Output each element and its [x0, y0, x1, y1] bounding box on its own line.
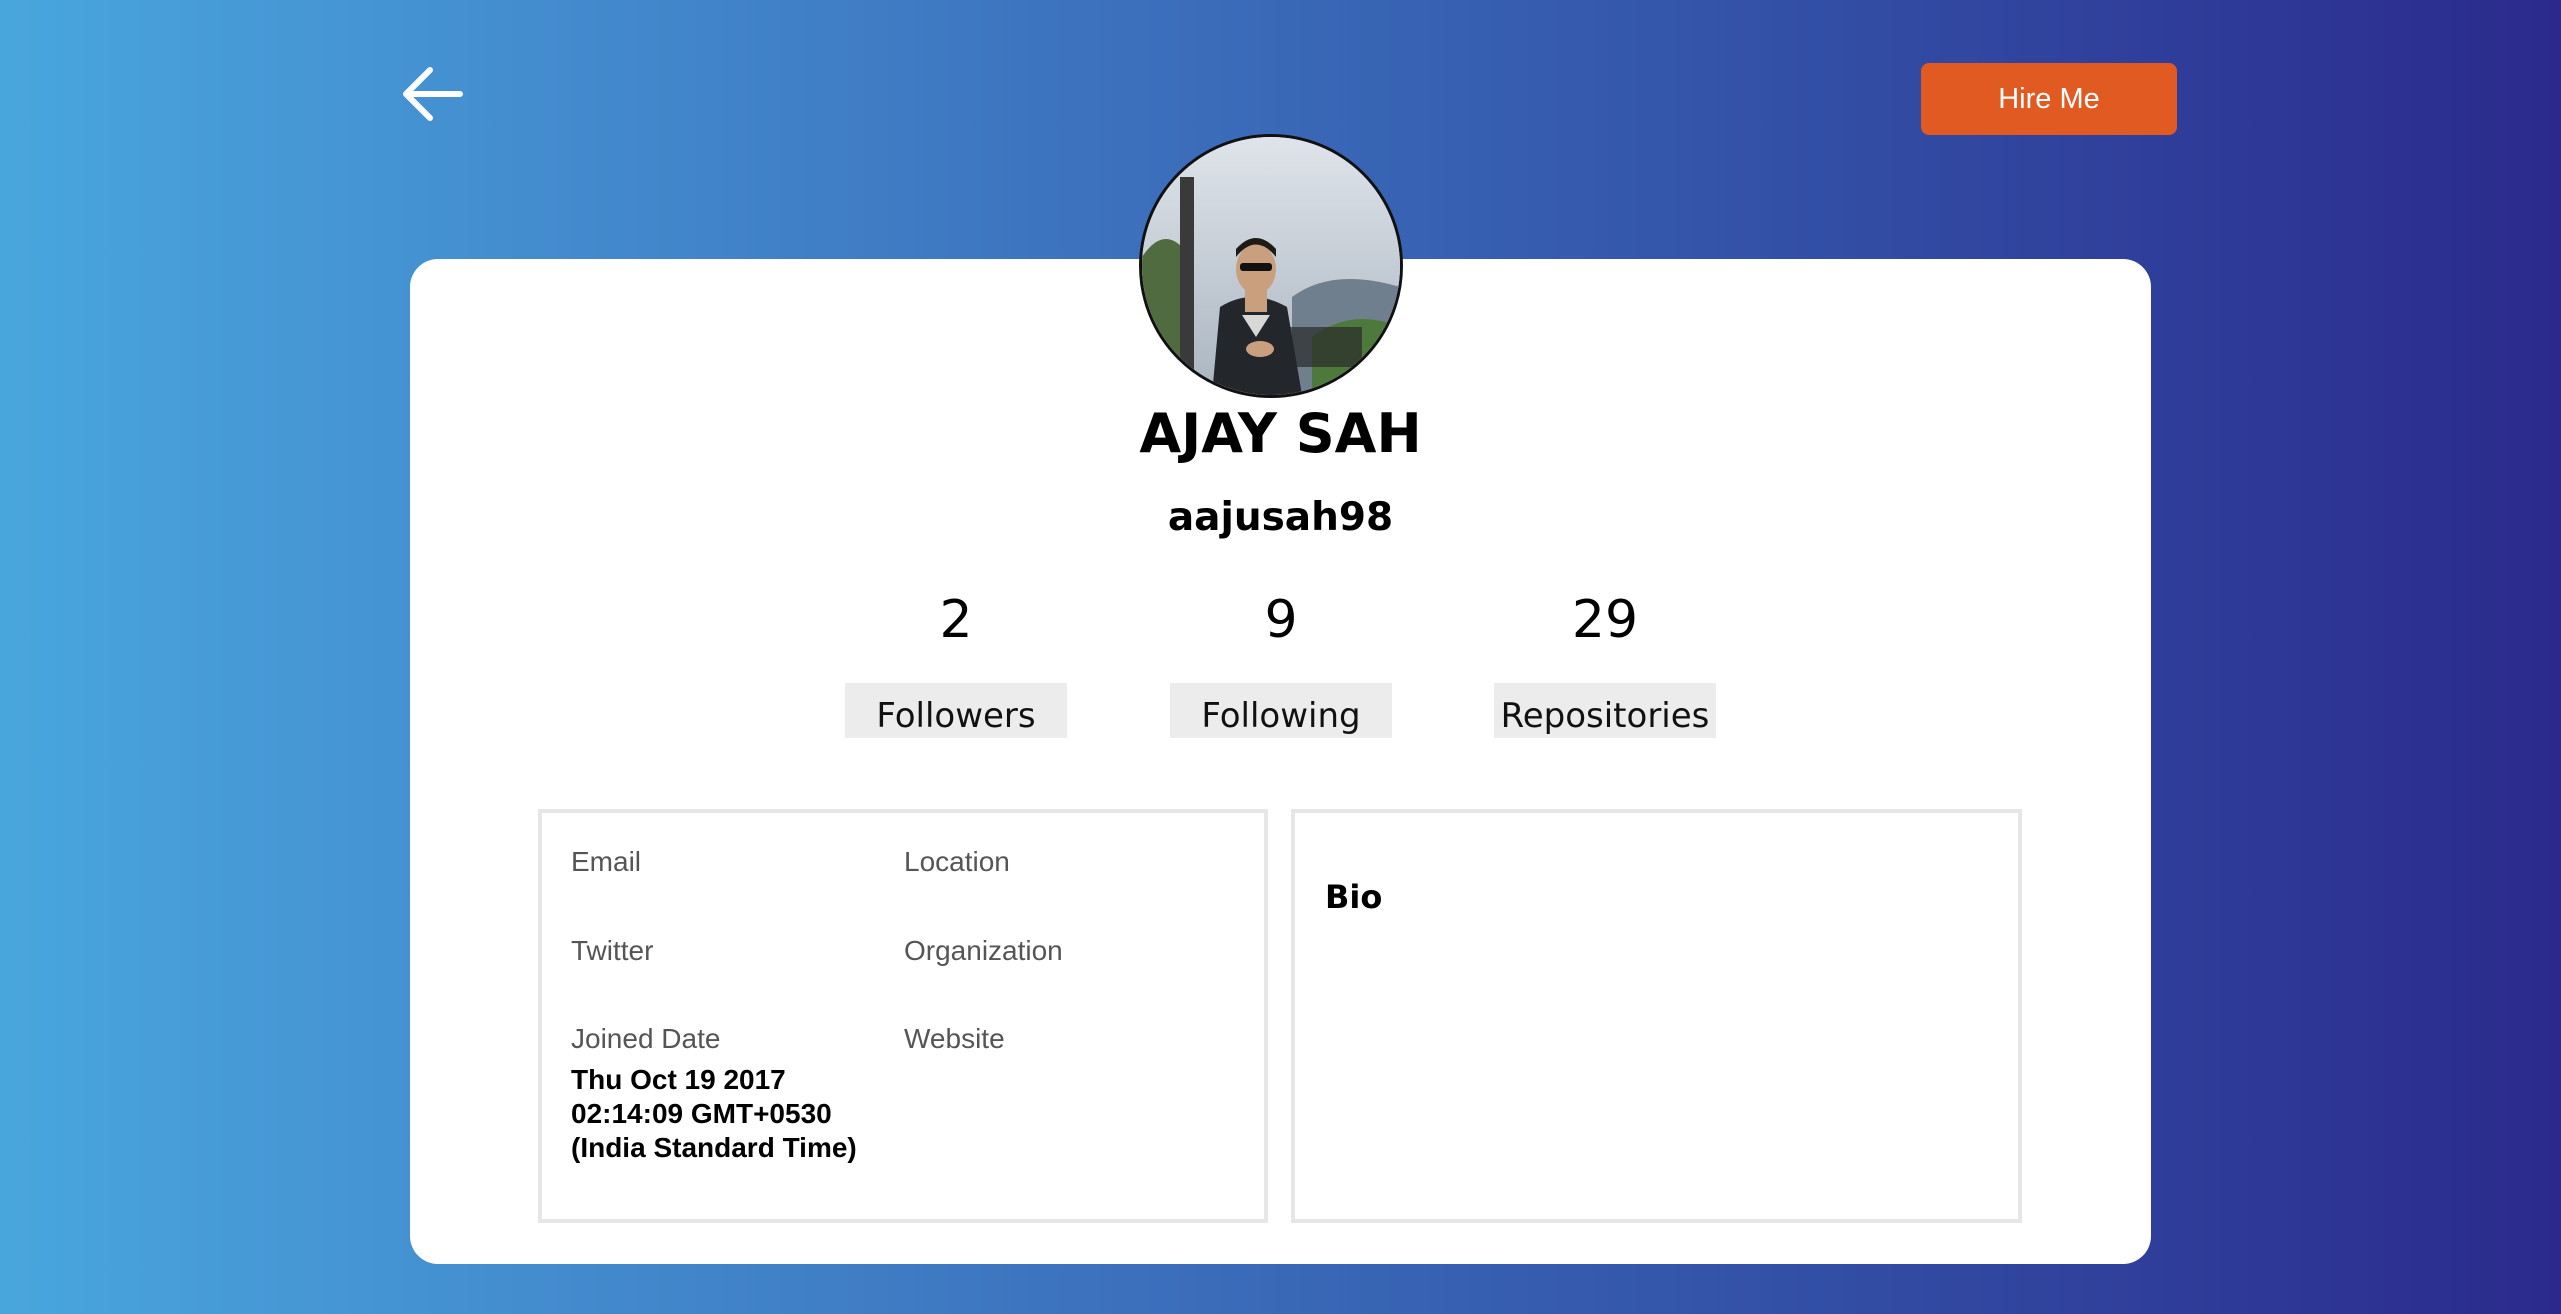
repositories-label: Repositories — [1494, 683, 1716, 738]
profile-photo — [1142, 137, 1400, 395]
profile-username: aajusah98 — [1167, 495, 1394, 540]
followers-label: Followers — [845, 683, 1067, 738]
back-button[interactable] — [398, 64, 466, 124]
repositories-stat[interactable]: 29 Repositories — [1494, 583, 1716, 738]
email-label: Email — [571, 846, 642, 877]
following-count: 9 — [1264, 590, 1298, 650]
bio-title: Bio — [1325, 878, 1383, 916]
followers-count: 2 — [939, 590, 973, 650]
profile-name: AJAY SAH — [1139, 402, 1422, 465]
following-label: Following — [1170, 683, 1392, 738]
joined-date-label: Joined Date — [571, 1023, 721, 1054]
repositories-count: 29 — [1571, 590, 1639, 650]
following-stat[interactable]: 9 Following — [1170, 583, 1392, 738]
arrow-left-icon — [403, 67, 463, 121]
followers-stat[interactable]: 2 Followers — [845, 583, 1067, 738]
bio-panel: Bio — [1291, 809, 2022, 1223]
avatar — [1139, 134, 1403, 398]
details-panel: Email Location Twitter Organization Join… — [538, 809, 1268, 1223]
hire-me-button[interactable]: Hire Me — [1921, 63, 2177, 135]
website-label: Website — [904, 1023, 1005, 1054]
twitter-label: Twitter — [571, 935, 654, 966]
joined-date-value: Thu Oct 19 2017 02:14:09 GMT+0530 (India… — [571, 1064, 857, 1163]
location-label: Location — [904, 846, 1010, 877]
organization-label: Organization — [904, 935, 1063, 966]
